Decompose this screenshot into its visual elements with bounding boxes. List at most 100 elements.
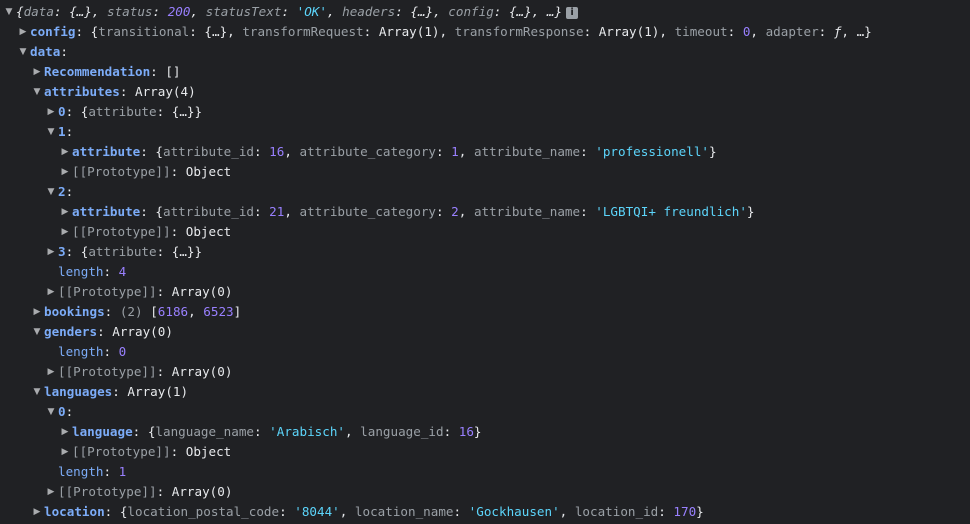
token-key-plain: attribute — [88, 104, 157, 119]
expand-right-icon[interactable]: ▶ — [30, 502, 44, 522]
token-punct: } — [746, 204, 755, 219]
tree-row[interactable]: ▶ [[Prototype]]: Object — [0, 222, 970, 242]
token-key-plain: language_name — [155, 424, 254, 439]
token-key-bold: languages — [44, 384, 113, 399]
token-punct: : Array(1) — [112, 384, 189, 399]
token-punct: : {…}, …} — [493, 4, 563, 19]
tree-row[interactable]: ▶ [[Prototype]]: Object — [0, 442, 970, 462]
tree-row[interactable]: ▼ 0: — [0, 402, 970, 422]
expand-down-icon[interactable]: ▼ — [30, 382, 44, 402]
token-key-plain: location_postal_code — [127, 504, 280, 519]
token-num: 21 — [269, 204, 285, 219]
token-punct: , — [559, 504, 575, 519]
token-punct: : — [103, 344, 119, 359]
row-content: attributes: Array(4) — [44, 84, 196, 99]
expand-right-icon[interactable]: ▶ — [58, 162, 72, 182]
token-proto: [[Prototype]] — [72, 224, 171, 239]
tree-row[interactable]: ▼ languages: Array(1) — [0, 382, 970, 402]
token-proto: [[Prototype]] — [58, 284, 157, 299]
expand-right-icon[interactable]: ▶ — [30, 302, 44, 322]
token-num: 4 — [118, 264, 127, 279]
row-content: attribute: {attribute_id: 16, attribute_… — [72, 144, 717, 159]
tree-row[interactable]: ▶ Recommendation: [] — [0, 62, 970, 82]
expand-down-icon[interactable]: ▼ — [16, 42, 30, 62]
token-punct: , — [458, 204, 474, 219]
expand-right-icon[interactable]: ▶ — [58, 142, 72, 162]
tree-row[interactable]: ▶ [[Prototype]]: Array(0) — [0, 482, 970, 502]
tree-row[interactable]: ▶ 3: {attribute: {…}} — [0, 242, 970, 262]
token-key-plain: (2) — [119, 304, 151, 319]
token-key-plain: attribute_name — [473, 144, 581, 159]
row-content: 1: — [58, 124, 73, 139]
row-content: [[Prototype]]: Object — [72, 164, 231, 179]
token-punct: : — [65, 124, 74, 139]
token-proto: [[Prototype]] — [72, 164, 171, 179]
info-icon[interactable]: i — [566, 6, 579, 19]
tree-row[interactable]: ▶ location: {location_postal_code: '8044'… — [0, 502, 970, 522]
tree-row[interactable]: ▼ attributes: Array(4) — [0, 82, 970, 102]
tree-row[interactable]: ▼ 1: — [0, 122, 970, 142]
token-punct: : Array(1), — [363, 24, 455, 39]
tree-row[interactable]: ▶ [[Prototype]]: Array(0) — [0, 362, 970, 382]
token-punct: : Array(1), — [583, 24, 675, 39]
row-content: 2: — [58, 184, 73, 199]
expand-right-icon[interactable]: ▶ — [58, 222, 72, 242]
expand-right-icon[interactable]: ▶ — [44, 482, 58, 502]
tree-row[interactable]: ▼ genders: Array(0) — [0, 322, 970, 342]
token-punct: } — [473, 424, 482, 439]
tree-row[interactable]: ▼ data: — [0, 42, 970, 62]
token-punct: : Object — [170, 224, 232, 239]
expand-right-icon[interactable]: ▶ — [58, 442, 72, 462]
expand-right-icon[interactable]: ▶ — [44, 242, 58, 262]
expand-down-icon[interactable]: ▼ — [30, 322, 44, 342]
token-punct: : — [436, 204, 452, 219]
console-root-row[interactable]: ▼ {data: {…}, status: 200, statusText: 'O… — [0, 2, 970, 22]
expand-right-icon[interactable]: ▶ — [58, 422, 72, 442]
token-punct: } — [696, 504, 704, 519]
expand-down-icon[interactable]: ▼ — [2, 2, 16, 22]
token-key-dim: length — [58, 344, 104, 359]
expand-right-icon[interactable]: ▶ — [44, 282, 58, 302]
row-content: location: {location_postal_code: '8044',… — [44, 504, 704, 519]
token-punct: : — [254, 424, 270, 439]
expand-right-icon[interactable]: ▶ — [58, 202, 72, 222]
expand-right-icon[interactable]: ▶ — [16, 22, 30, 42]
token-punct: : — [65, 404, 74, 419]
token-num: 200 — [167, 4, 191, 19]
expand-down-icon[interactable]: ▼ — [44, 402, 58, 422]
token-punct: : { — [104, 504, 128, 519]
token-key-bold: attributes — [44, 84, 120, 99]
expand-down-icon[interactable]: ▼ — [44, 122, 58, 142]
tree-row[interactable]: ▶ attribute: {attribute_id: 16, attribute… — [0, 142, 970, 162]
token-punct: : Object — [170, 444, 232, 459]
token-punct: : — [436, 144, 452, 159]
token-punct: , — [458, 144, 474, 159]
tree-row[interactable]: ▶ [[Prototype]]: Array(0) — [0, 282, 970, 302]
expand-down-icon[interactable]: ▼ — [44, 182, 58, 202]
token-key-plain: location_id — [574, 504, 659, 519]
tree-row[interactable]: ▶ 0: {attribute: {…}} — [0, 102, 970, 122]
expand-down-icon[interactable]: ▼ — [30, 82, 44, 102]
row-content: bookings: (2) [6186, 6523] — [44, 304, 241, 319]
token-punct: : { — [65, 244, 89, 259]
row-content: 3: {attribute: {…}} — [58, 244, 202, 259]
token-punct: : [] — [150, 64, 181, 79]
row-content: [[Prototype]]: Object — [72, 224, 231, 239]
expand-right-icon[interactable]: ▶ — [44, 102, 58, 122]
token-str: 'Gockhausen' — [468, 504, 560, 519]
tree-row[interactable]: ▶ bookings: (2) [6186, 6523] — [0, 302, 970, 322]
tree-row[interactable]: ▶ language: {language_name: 'Arabisch', l… — [0, 422, 970, 442]
tree-row: length: 4 — [0, 262, 970, 282]
row-content: language: {language_name: 'Arabisch', la… — [72, 424, 482, 439]
token-punct: : {…}, — [53, 4, 108, 19]
tree-row[interactable]: ▶ config: {transitional: {…}, transformRe… — [0, 22, 970, 42]
tree-row[interactable]: ▶ [[Prototype]]: Object — [0, 162, 970, 182]
token-punct: : { — [65, 104, 89, 119]
tree-row[interactable]: ▼ 2: — [0, 182, 970, 202]
tree-row[interactable]: ▶ attribute: {attribute_id: 21, attribute… — [0, 202, 970, 222]
expand-right-icon[interactable]: ▶ — [30, 62, 44, 82]
token-punct: : — [103, 264, 119, 279]
token-num: 6186 — [157, 304, 189, 319]
token-punct: : — [254, 204, 270, 219]
expand-right-icon[interactable]: ▶ — [44, 362, 58, 382]
